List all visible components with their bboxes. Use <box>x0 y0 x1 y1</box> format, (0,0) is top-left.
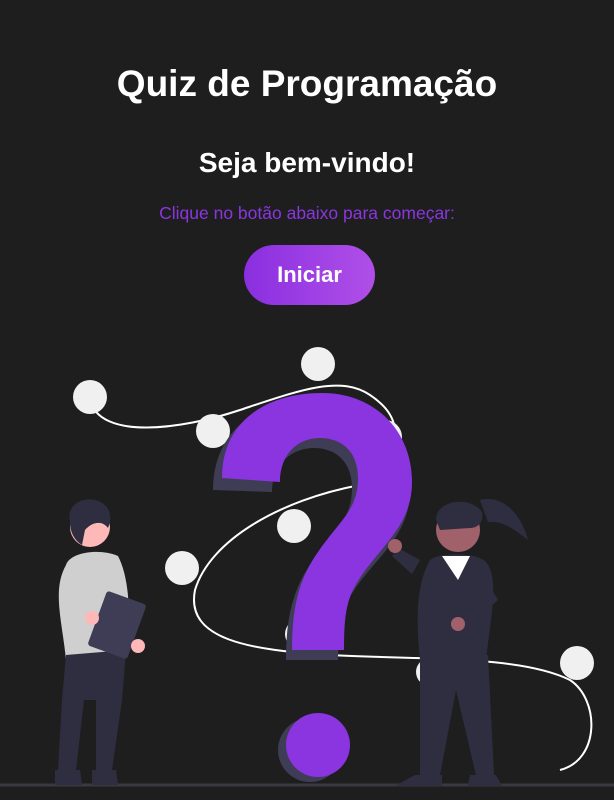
quiz-illustration <box>0 347 614 787</box>
start-button[interactable]: Iniciar <box>244 245 375 305</box>
instruction-text: Clique no botão abaixo para começar: <box>159 203 455 223</box>
dot <box>73 380 107 414</box>
welcome-heading: Seja bem-vindo! <box>198 147 416 178</box>
question-mark <box>222 393 412 777</box>
left-person <box>55 499 146 785</box>
right-person <box>388 499 528 786</box>
dot <box>301 347 335 381</box>
dot <box>196 414 230 448</box>
dot <box>560 646 594 680</box>
dot <box>277 509 311 543</box>
dot <box>165 551 199 585</box>
page-title: Quiz de Programação <box>116 63 498 104</box>
